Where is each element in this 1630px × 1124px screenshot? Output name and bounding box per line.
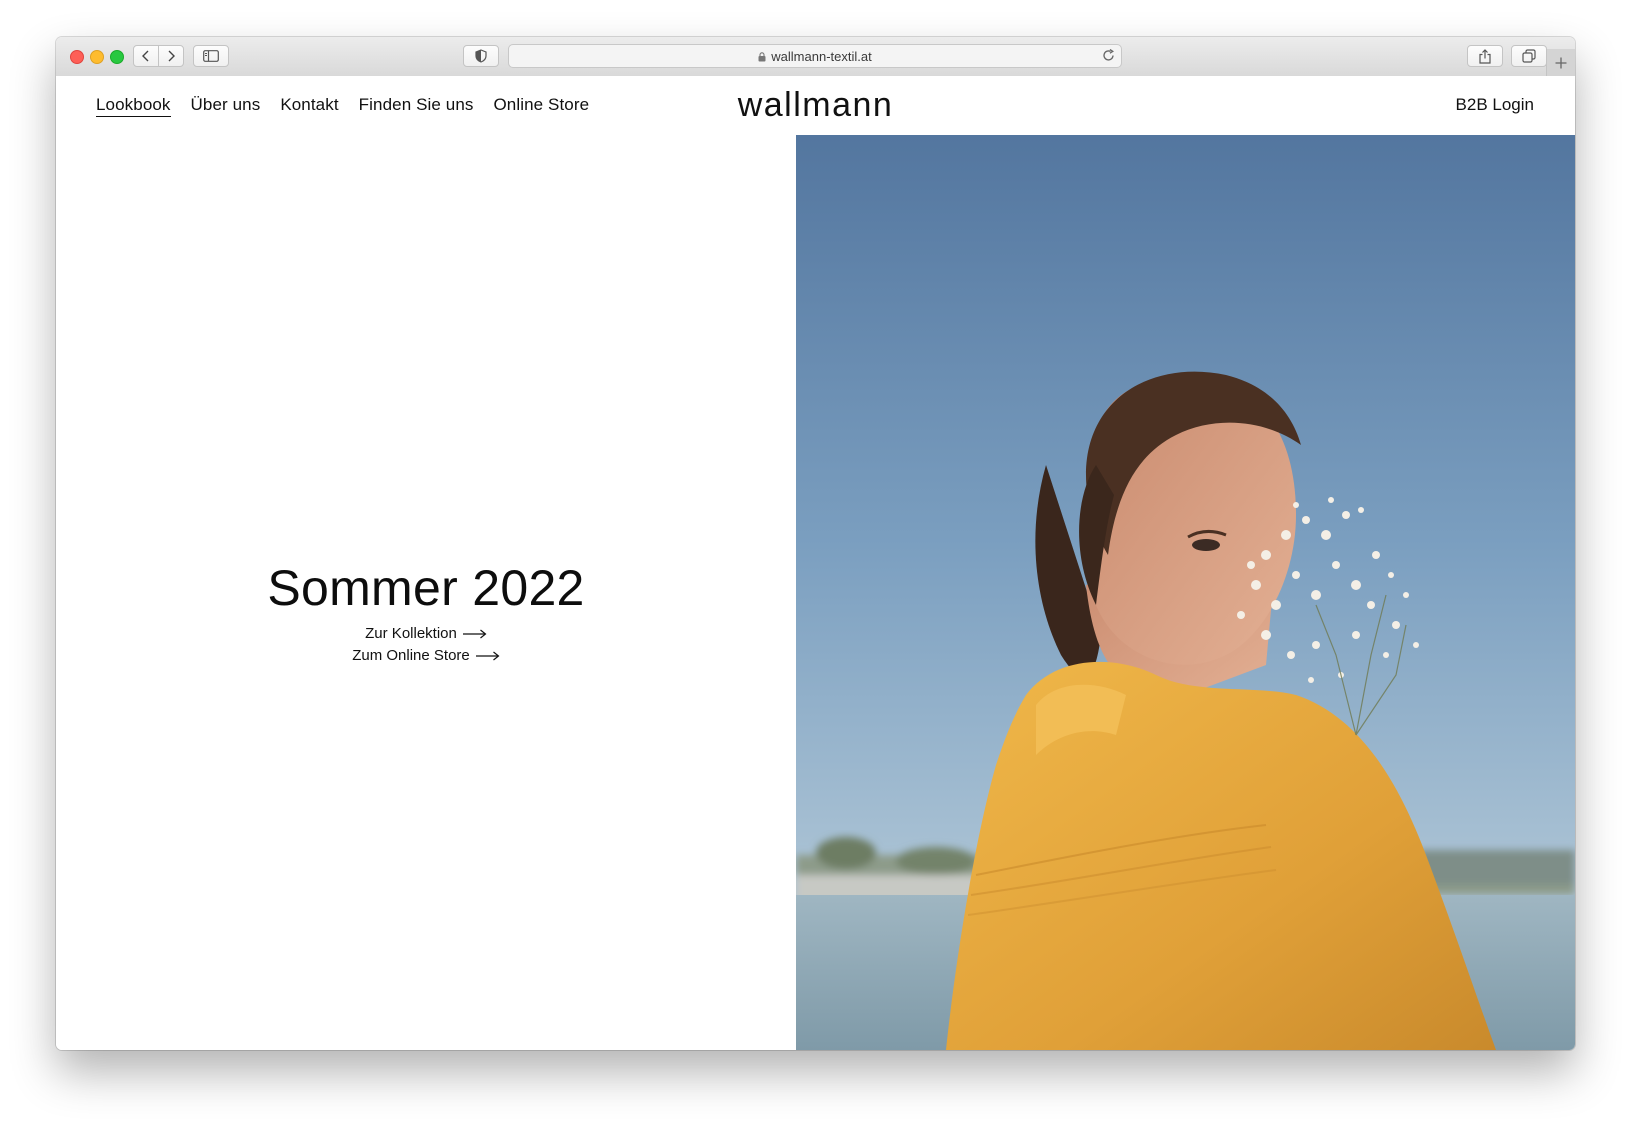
hero-photo [796, 135, 1575, 1050]
collection-link[interactable]: Zur Kollektion [56, 623, 796, 645]
plus-icon [1555, 57, 1567, 68]
browser-window: wallmann-textil.at Lookbook Über uns Kon… [56, 37, 1575, 1050]
woman-with-flowers-photo [796, 135, 1575, 1050]
address-bar[interactable]: wallmann-textil.at [508, 44, 1122, 68]
chevron-left-icon [142, 50, 149, 62]
minimize-window-button[interactable] [90, 50, 104, 64]
shield-icon [475, 49, 487, 63]
zoom-window-button[interactable] [110, 50, 124, 64]
lock-icon [758, 52, 766, 62]
online-store-link[interactable]: Zum Online Store [56, 645, 796, 667]
share-icon [1479, 48, 1491, 64]
new-tab-button[interactable] [1546, 49, 1575, 76]
collection-link-label: Zur Kollektion [365, 625, 457, 642]
sidebar-icon [203, 50, 219, 62]
close-window-button[interactable] [70, 50, 84, 64]
forward-button[interactable] [158, 45, 184, 67]
hero-links: Zur Kollektion Zum Online Store [56, 623, 796, 667]
hero-text-panel: Sommer 2022 Zur Kollektion Zum Online St… [56, 135, 796, 1050]
tab-overview-button[interactable] [1511, 45, 1547, 67]
hero-title: Sommer 2022 [267, 560, 585, 616]
chevron-right-icon [168, 50, 175, 62]
privacy-report-button[interactable] [463, 45, 499, 67]
brand-logo[interactable]: wallmann [56, 86, 1575, 125]
arrow-right-icon [462, 629, 487, 639]
b2b-login-link[interactable]: B2B Login [1456, 95, 1534, 115]
online-store-link-label: Zum Online Store [352, 647, 470, 664]
back-button[interactable] [133, 45, 159, 67]
sidebar-toggle-button[interactable] [193, 45, 229, 67]
arrow-right-icon [475, 651, 500, 661]
tabs-icon [1522, 49, 1536, 63]
url-text: wallmann-textil.at [771, 49, 872, 64]
share-button[interactable] [1467, 45, 1503, 67]
browser-toolbar: wallmann-textil.at [56, 37, 1575, 77]
reload-icon[interactable] [1102, 49, 1115, 62]
web-page: Lookbook Über uns Kontakt Finden Sie uns… [56, 76, 1575, 1050]
